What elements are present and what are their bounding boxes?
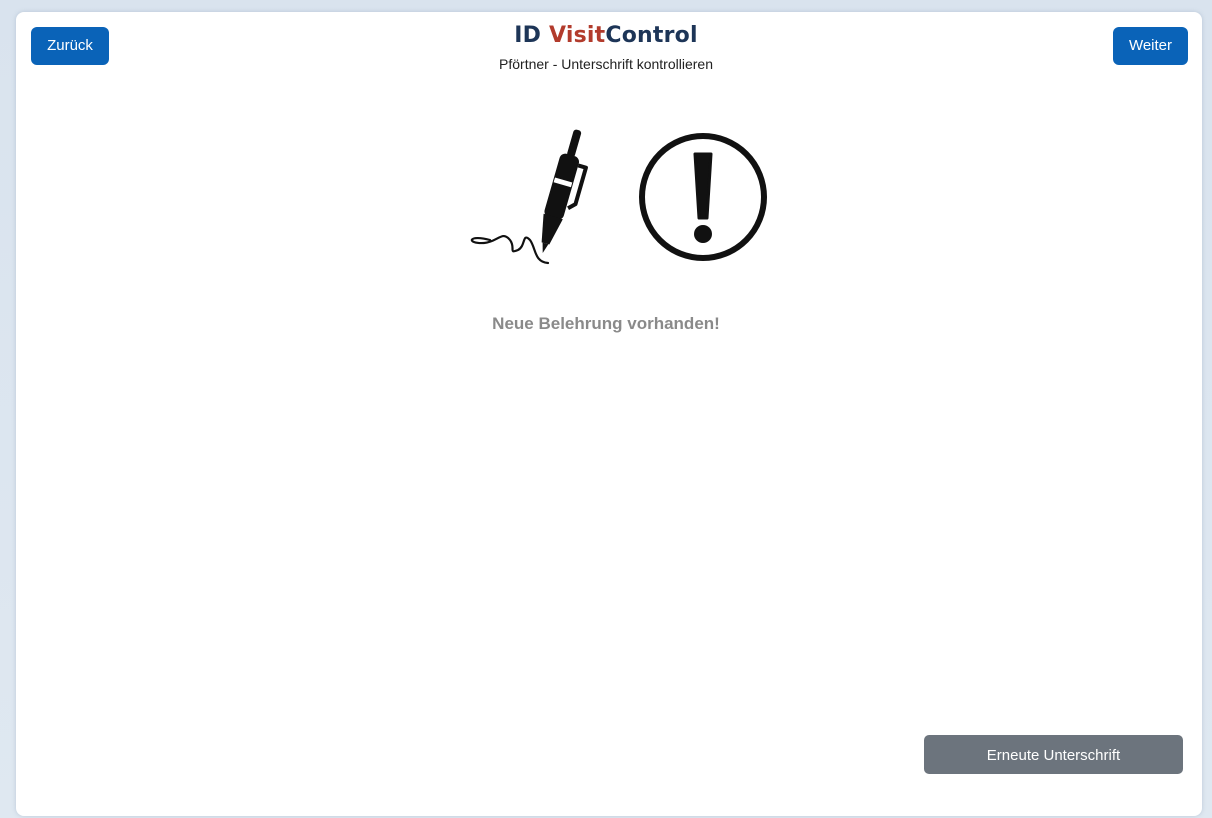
logo-visit-text: Visit	[549, 23, 606, 48]
logo-id-text: ID	[514, 23, 542, 48]
resign-button[interactable]: Erneute Unterschrift	[924, 735, 1183, 774]
exclamation-circle-icon	[639, 133, 767, 261]
signature-warning-illustration	[460, 122, 780, 272]
app-logo: ID VisitControl	[0, 20, 1212, 52]
new-instruction-notice: Neue Belehrung vorhanden!	[492, 314, 720, 333]
page-subtitle: Pförtner - Unterschrift kontrollieren	[499, 56, 713, 72]
logo-control-text: Control	[605, 23, 698, 48]
header: ID VisitControl Pförtner - Unterschrift …	[0, 20, 1212, 72]
